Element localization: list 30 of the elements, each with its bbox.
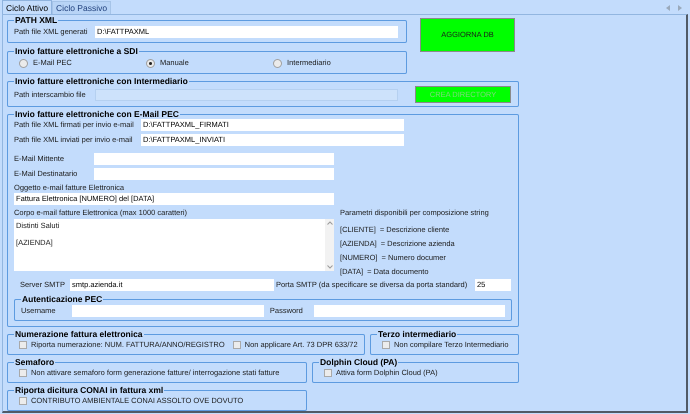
radio-button[interactable] bbox=[273, 58, 282, 68]
checkbox[interactable] bbox=[19, 369, 27, 377]
group-title: PATH XML bbox=[14, 15, 58, 25]
checkbox[interactable] bbox=[382, 341, 390, 349]
tab[interactable]: Ciclo Passivo bbox=[52, 1, 112, 14]
right-arrow-icon[interactable] bbox=[677, 5, 682, 11]
group-title: Numerazione fattura elettronica bbox=[14, 329, 144, 339]
radio-button[interactable] bbox=[146, 58, 155, 68]
text-field[interactable] bbox=[94, 168, 334, 180]
group-title: Terzo intermediario bbox=[377, 329, 458, 339]
text-field[interactable] bbox=[94, 153, 334, 165]
chevron-down-icon[interactable] bbox=[326, 265, 332, 269]
group-title: Semaforo bbox=[14, 357, 56, 367]
chevron-up-icon[interactable] bbox=[326, 221, 332, 225]
radio-button[interactable] bbox=[19, 58, 28, 68]
checkbox[interactable] bbox=[324, 369, 332, 377]
group-title: Invio fatture elettroniche con Intermediario bbox=[14, 76, 189, 86]
group-title: Dolphin Cloud (PA) bbox=[319, 357, 398, 367]
group-title: Riporta dicitura CONAI in fattura xml bbox=[14, 385, 164, 395]
text-field[interactable] bbox=[314, 304, 505, 316]
group-title: Invio fatture elettroniche a SDI bbox=[14, 46, 139, 56]
group-title: Autenticazione PEC bbox=[21, 294, 104, 304]
checkbox[interactable] bbox=[19, 341, 27, 349]
group-title: Invio fatture elettroniche con E-Mail PEC bbox=[14, 109, 180, 119]
checkbox[interactable] bbox=[19, 397, 27, 405]
checkbox[interactable] bbox=[232, 341, 241, 349]
tab[interactable]: Ciclo Attivo bbox=[2, 0, 52, 14]
left-arrow-icon[interactable] bbox=[666, 5, 671, 11]
text-field[interactable] bbox=[72, 304, 264, 316]
scrollbar[interactable] bbox=[325, 219, 334, 271]
